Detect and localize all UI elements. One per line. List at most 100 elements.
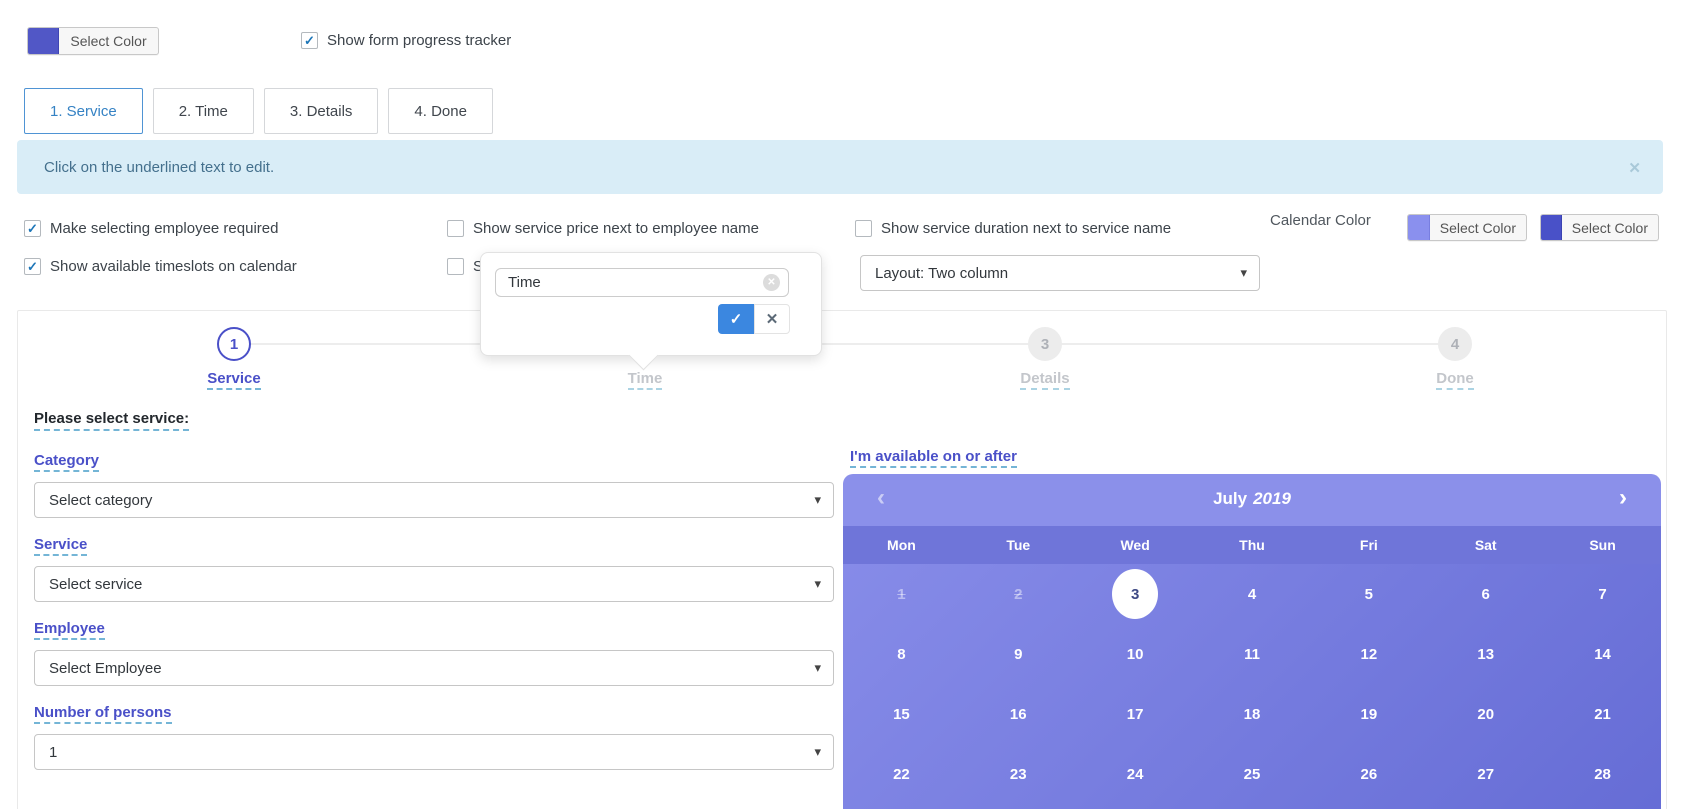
form-field: Service Select service [34,536,834,602]
calendar-day[interactable]: 6 [1427,564,1544,624]
tab[interactable]: 1. Service [24,88,143,134]
form-heading-editable[interactable]: Please select service: [34,410,190,431]
tab[interactable]: 2. Time [152,88,254,134]
calendar-day[interactable]: 11 [1194,624,1311,684]
field-label-editable[interactable]: Category [34,452,100,472]
next-month-icon[interactable]: › [1619,484,1627,511]
tab-label: 4. Done [414,102,467,120]
step-label-editable[interactable]: Done [1436,370,1474,390]
calendar-color-light-button[interactable]: Select Color [1407,214,1527,241]
clear-input-icon[interactable]: ✕ [763,274,780,291]
field-select[interactable]: 1 [34,734,834,770]
day-number: 11 [1244,645,1260,663]
checkbox-label: Show available timeslots on calendar [50,258,297,275]
calendar-day[interactable]: 17 [1077,684,1194,744]
edit-label-input[interactable] [495,268,789,297]
field-select-value: Select category [49,491,153,509]
calendar-day[interactable]: 1 [843,564,960,624]
field-label-editable[interactable]: Service [34,536,88,556]
calendar-day[interactable]: 4 [1194,564,1311,624]
step-label-editable[interactable]: Time [627,370,663,390]
calendar-day[interactable]: 23 [960,744,1077,804]
show-progress-tracker-option[interactable]: Show form progress tracker [301,32,512,49]
step-number-circle: 3 [1028,327,1062,361]
field-label-editable[interactable]: Number of persons [34,704,172,724]
calendar-day[interactable]: 20 [1427,684,1544,744]
notice-text: Click on the underlined text to edit. [44,158,275,176]
calendar-day[interactable]: 25 [1194,744,1311,804]
checkbox[interactable] [447,220,464,237]
form-field: Category Select category [34,452,834,518]
option-row[interactable]: Show service duration next to service na… [855,220,1172,237]
calendar-day[interactable]: 9 [960,624,1077,684]
confirm-button[interactable]: ✓ [718,304,754,334]
tab-label: 1. Service [50,102,117,120]
field-select-value: Select service [49,575,143,593]
form-field: Employee Select Employee [34,620,834,686]
day-number: 26 [1360,765,1378,783]
calendar-color-dark-button[interactable]: Select Color [1540,214,1659,241]
calendar-header: ‹ July 2019 › [843,474,1661,526]
step-label-editable[interactable]: Details [1020,370,1070,390]
day-number: 27 [1477,765,1495,783]
calendar-day[interactable]: 13 [1427,624,1544,684]
field-select[interactable]: Select category [34,482,834,518]
day-number: 21 [1594,705,1611,723]
availability-label-editable[interactable]: I'm available on or after [850,448,1017,468]
calendar-day[interactable]: 7 [1544,564,1661,624]
field-select-value: Select Employee [49,659,162,677]
step-label-editable[interactable]: Service [207,370,261,390]
checkbox[interactable] [447,258,464,275]
field-label-editable[interactable]: Employee [34,620,105,640]
calendar-day[interactable]: 19 [1310,684,1427,744]
option-row[interactable]: Make selecting employee required [24,220,297,237]
layout-select[interactable]: Layout: Two column [860,255,1260,291]
checkbox[interactable] [24,220,41,237]
day-number: 7 [1598,585,1607,603]
field-select[interactable]: Select Employee [34,650,834,686]
calendar-day[interactable]: 5 [1310,564,1427,624]
form-color-select-button[interactable]: Select Color [27,27,159,55]
calendar-day[interactable]: 12 [1310,624,1427,684]
calendar-day[interactable]: 3 [1077,564,1194,624]
tab-label: 3. Details [289,102,353,120]
calendar-day[interactable]: 28 [1544,744,1661,804]
tab[interactable]: 3. Details [263,88,379,134]
checkbox-label: Show service duration next to service na… [881,220,1172,237]
checkbox[interactable] [24,258,41,275]
day-number: 18 [1243,705,1261,723]
checkbox-label: Show form progress tracker [327,32,512,49]
weekday-label: Tue [1006,537,1031,553]
calendar-day[interactable]: 15 [843,684,960,744]
calendar-day[interactable]: 14 [1544,624,1661,684]
calendar-day[interactable]: 16 [960,684,1077,744]
date-picker-calendar: ‹ July 2019 › Mon Tue Wed Thu Fri Sat Sun [843,474,1661,809]
calendar-day[interactable]: 27 [1427,744,1544,804]
day-number: 22 [893,765,910,783]
cancel-button[interactable]: ✕ [754,304,790,334]
calendar-day[interactable]: 26 [1310,744,1427,804]
close-icon[interactable]: ✕ [1628,159,1641,177]
calendar-day[interactable]: 18 [1194,684,1311,744]
weekday-label: Sat [1474,537,1497,553]
checkbox[interactable] [855,220,872,237]
weekday-label: Sun [1589,537,1616,553]
calendar-day[interactable]: 22 [843,744,960,804]
tab[interactable]: 4. Done [388,88,493,134]
calendar-day[interactable]: 10 [1077,624,1194,684]
checkbox[interactable] [301,32,318,49]
close-icon: ✕ [765,311,779,328]
option-row[interactable]: Show service price next to employee name [447,220,759,237]
calendar-day[interactable]: 2 [960,564,1077,624]
day-number: 6 [1481,585,1490,603]
select-color-label: Select Color [1439,219,1516,236]
calendar-day[interactable]: 8 [843,624,960,684]
field-select-value: 1 [49,743,58,761]
calendar-day[interactable]: 21 [1544,684,1661,744]
calendar-day[interactable]: 24 [1077,744,1194,804]
option-row[interactable]: Show available timeslots on calendar [24,258,297,275]
info-notice: Click on the underlined text to edit. ✕ [17,140,1663,194]
check-icon: ✓ [729,311,743,328]
field-select[interactable]: Select service [34,566,834,602]
day-number: 8 [897,645,906,663]
